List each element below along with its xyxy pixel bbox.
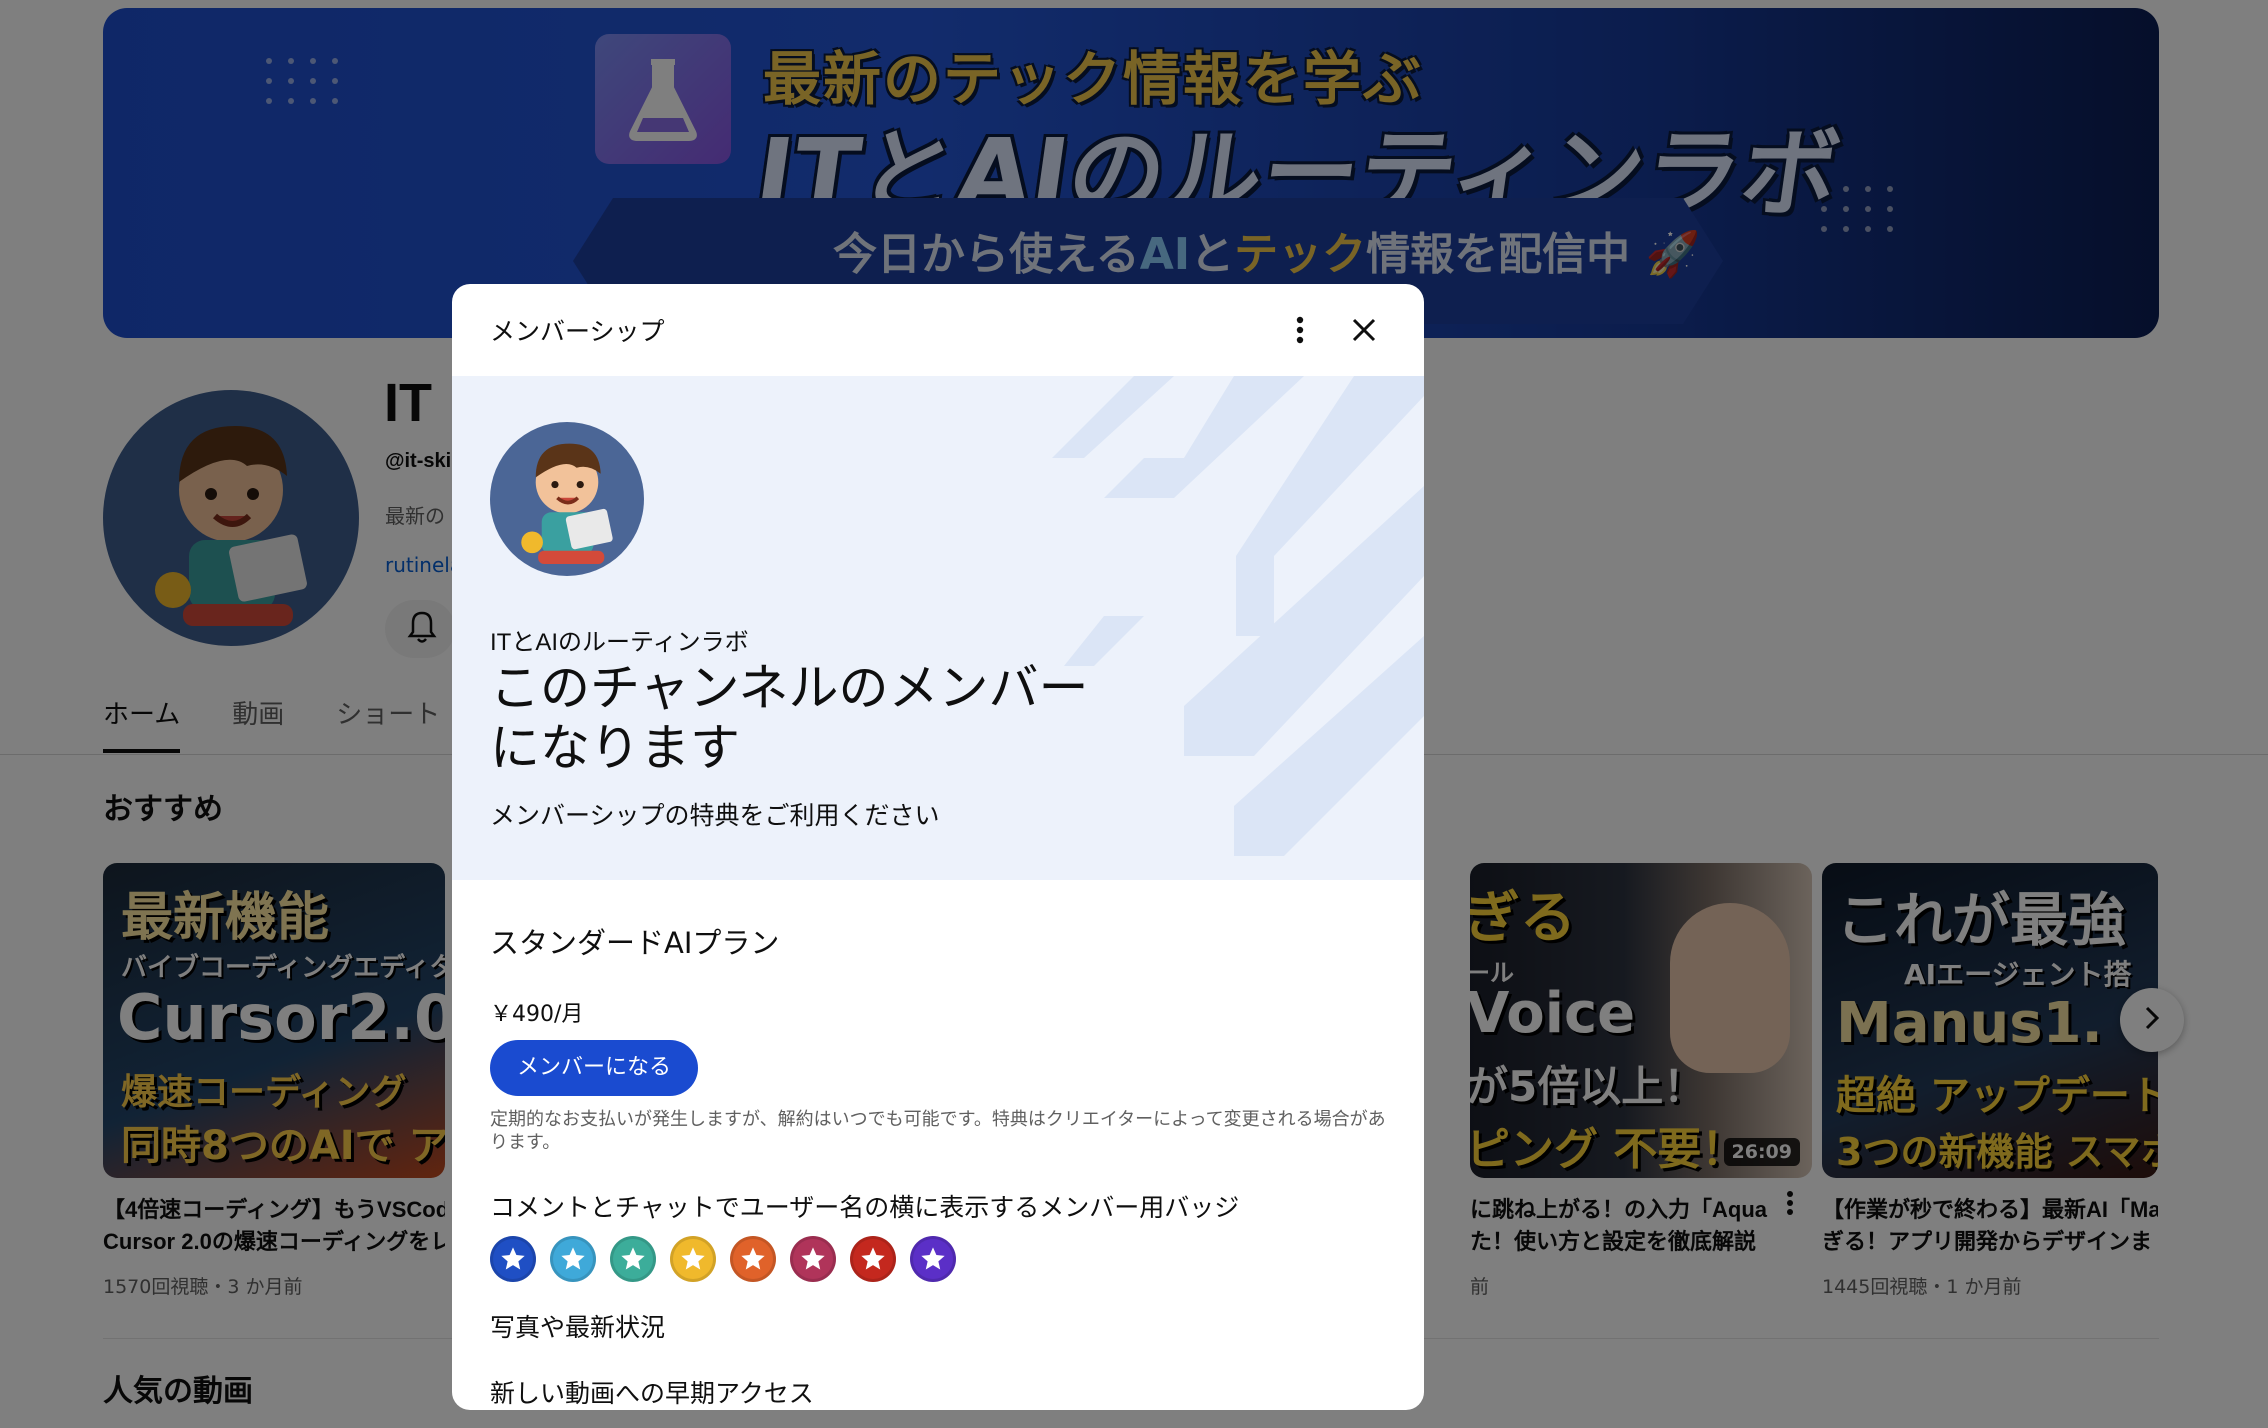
plan-disclaimer: 定期的なお支払いが発生しますが、解約はいつでも可能です。特典はクリエイターによっ… [490,1109,1386,1153]
perk-posts: 写真や最新状況 [490,1313,666,1342]
perk-badges: コメントとチャットでユーザー名の横に表示するメンバー用バッジ [490,1193,1240,1222]
member-badge-star-icon [730,1236,776,1282]
dialog-channel-name: ITとAIのルーティンラボ [490,629,749,656]
member-badge-star-icon [790,1236,836,1282]
membership-dialog: メンバーシップ ITとAIのルーティンラボ このチャンネルのメンバーになります … [452,284,1424,1410]
member-badge-star-icon [490,1236,536,1282]
plan-price: ￥490/月 [490,1002,584,1027]
member-badge-star-icon [550,1236,596,1282]
dialog-header: メンバーシップ [452,284,1424,376]
channel-avatar [490,422,644,576]
dialog-subheading: メンバーシップの特典をご利用ください [490,801,940,830]
member-badge-star-icon [670,1236,716,1282]
decorative-shapes [1052,376,1424,856]
member-badges [490,1236,1386,1282]
member-badge-star-icon [850,1236,896,1282]
close-icon[interactable] [1346,312,1382,348]
perk-early-access: 新しい動画への早期アクセス [490,1379,814,1408]
plan-name: スタンダードAIプラン [490,926,780,960]
join-button[interactable]: メンバーになる [490,1040,699,1096]
membership-plan: スタンダードAIプラン ￥490/月 メンバーになる 定期的なお支払いが発生しま… [452,880,1424,1410]
member-badge-star-icon [910,1236,956,1282]
member-badge-star-icon [610,1236,656,1282]
dialog-heading: このチャンネルのメンバーになります [490,659,1089,777]
dialog-hero: ITとAIのルーティンラボ このチャンネルのメンバーになります メンバーシップの… [452,376,1424,880]
dialog-title: メンバーシップ [490,317,665,346]
more-options-icon[interactable] [1284,314,1316,346]
